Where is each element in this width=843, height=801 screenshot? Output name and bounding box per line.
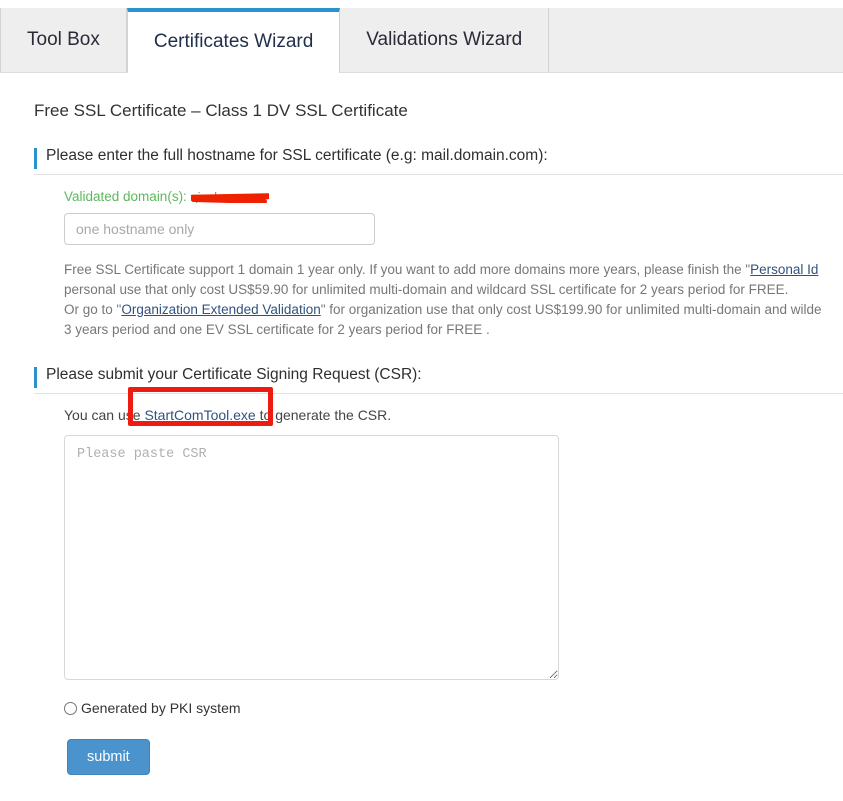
info-line-4-text: 3 years period and one EV SSL certificat… bbox=[64, 322, 490, 337]
pki-radio-row[interactable]: Generated by PKI system bbox=[64, 700, 843, 716]
csr-section: Please submit your Certificate Signing R… bbox=[0, 366, 843, 775]
tab-label: Validations Wizard bbox=[366, 29, 523, 50]
tab-validations-wizard[interactable]: Validations Wizard bbox=[340, 8, 550, 72]
personal-identity-link[interactable]: Personal Id bbox=[750, 262, 818, 277]
tab-tool-box[interactable]: Tool Box bbox=[0, 8, 127, 72]
page-content: Free SSL Certificate – Class 1 DV SSL Ce… bbox=[0, 73, 843, 775]
csr-note: You can use StartComTool.exe to generate… bbox=[64, 407, 843, 423]
info-line-1-text: Free SSL Certificate support 1 domain 1 … bbox=[64, 262, 751, 277]
hostname-section-heading: Please enter the full hostname for SSL c… bbox=[34, 147, 843, 175]
tab-label: Certificates Wizard bbox=[153, 31, 314, 52]
organization-extended-validation-link[interactable]: Organization Extended Validation bbox=[121, 302, 320, 317]
info-line-2-text: personal use that only cost US$59.90 for… bbox=[64, 282, 789, 297]
info-line-3-suffix: " for organization use that only cost US… bbox=[320, 302, 822, 317]
generated-by-pki-radio[interactable] bbox=[64, 701, 77, 715]
submit-button[interactable]: submit bbox=[67, 739, 150, 775]
tab-label: Tool Box bbox=[27, 29, 100, 50]
csr-textarea[interactable] bbox=[64, 435, 559, 680]
generated-by-pki-label[interactable]: Generated by PKI system bbox=[81, 700, 241, 716]
hostname-section-body: Validated domain(s): qianlue.com Free SS… bbox=[34, 175, 843, 340]
validated-domains-row: Validated domain(s): qianlue.com bbox=[64, 189, 269, 204]
validated-domains-label: Validated domain(s): bbox=[64, 189, 187, 204]
top-strip bbox=[0, 0, 843, 8]
csr-section-body: You can use StartComTool.exe to generate… bbox=[34, 394, 843, 775]
hostname-info-paragraph: Free SSL Certificate support 1 domain 1 … bbox=[64, 260, 843, 340]
csr-note-suffix: to generate the CSR. bbox=[255, 407, 392, 423]
hostname-section: Please enter the full hostname for SSL c… bbox=[0, 147, 843, 340]
csr-section-heading: Please submit your Certificate Signing R… bbox=[34, 366, 843, 394]
page-title: Free SSL Certificate – Class 1 DV SSL Ce… bbox=[34, 101, 408, 120]
hostname-input[interactable] bbox=[64, 213, 375, 245]
tab-certificates-wizard[interactable]: Certificates Wizard bbox=[126, 8, 341, 73]
info-line-3-prefix: Or go to " bbox=[64, 302, 122, 317]
tab-bar-filler bbox=[549, 8, 843, 72]
tab-bar: Tool Box Certificates Wizard Validations… bbox=[0, 8, 843, 73]
csr-note-prefix: You can use bbox=[64, 407, 145, 423]
redaction-stroke-icon bbox=[190, 196, 267, 203]
redacted-domain: qianlue.com bbox=[190, 190, 269, 203]
startcomtool-exe-link[interactable]: StartComTool.exe bbox=[144, 407, 255, 423]
